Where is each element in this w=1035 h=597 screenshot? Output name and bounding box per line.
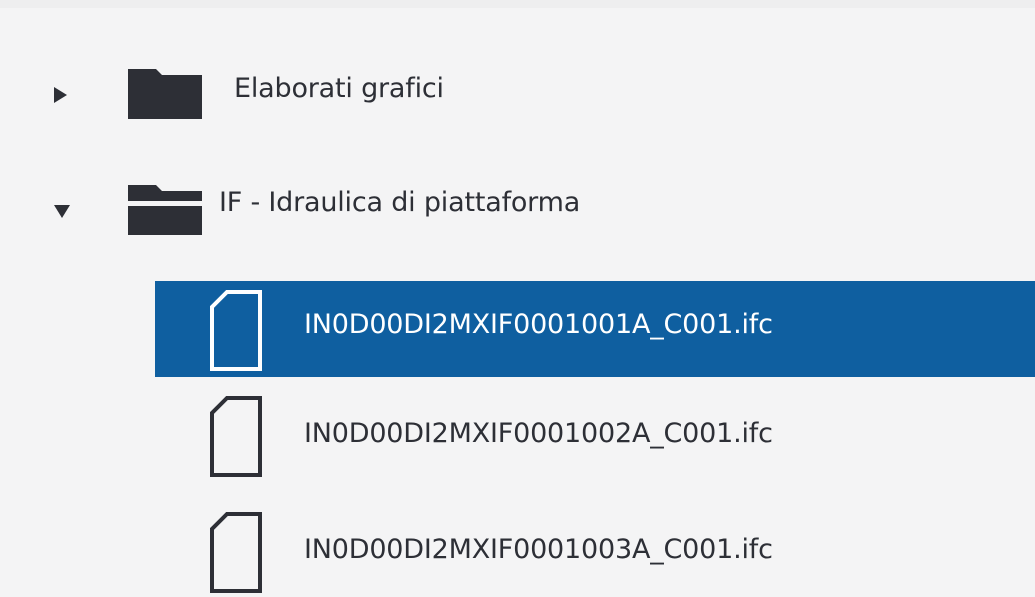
tree-file-label: IN0D00DI2MXIF0001003A_C001.ifc bbox=[304, 534, 773, 565]
tree-file-item[interactable]: IN0D00DI2MXIF0001003A_C001.ifc bbox=[155, 511, 1035, 593]
file-icon bbox=[210, 512, 262, 593]
file-tree-panel: Elaborati grafici IF - Idraulica di piat… bbox=[0, 0, 1035, 597]
file-icon bbox=[210, 396, 262, 477]
tree-file-item[interactable]: IN0D00DI2MXIF0001001A_C001.ifc bbox=[155, 281, 1035, 377]
tree-file-label: IN0D00DI2MXIF0001002A_C001.ifc bbox=[304, 418, 773, 449]
tree-folder-label: Elaborati grafici bbox=[234, 73, 444, 104]
tree-folder-label: IF - Idraulica di piattaforma bbox=[219, 187, 581, 218]
tree-file-label: IN0D00DI2MXIF0001001A_C001.ifc bbox=[304, 309, 773, 340]
file-icon bbox=[210, 290, 262, 371]
expand-arrow-icon[interactable] bbox=[54, 87, 67, 103]
folder-closed-icon bbox=[128, 69, 202, 119]
collapse-arrow-icon[interactable] bbox=[54, 205, 70, 218]
tree-folder-idraulica[interactable]: IF - Idraulica di piattaforma bbox=[0, 170, 1035, 252]
tree-file-item[interactable]: IN0D00DI2MXIF0001002A_C001.ifc bbox=[155, 395, 1035, 477]
folder-open-icon bbox=[128, 185, 202, 235]
tree-folder-elaborati-grafici[interactable]: Elaborati grafici bbox=[0, 56, 1035, 138]
